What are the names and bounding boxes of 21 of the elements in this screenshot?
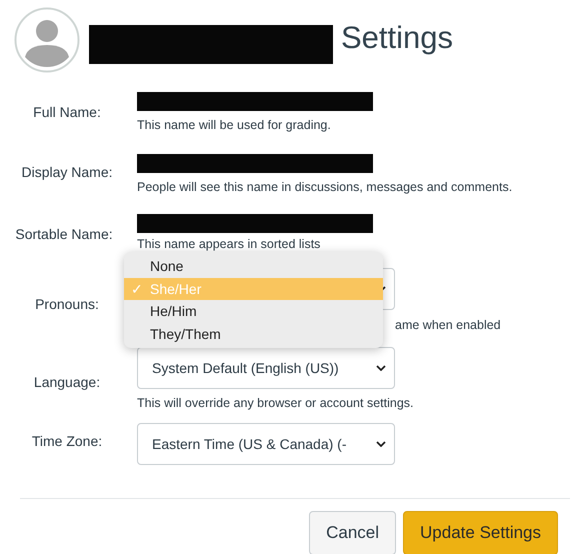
update-button[interactable]: Update Settings	[403, 511, 558, 554]
field-hint: ame when enabled	[395, 318, 501, 332]
field-label: Display Name:	[20, 164, 114, 182]
page-title: Settings	[341, 20, 454, 56]
field-label: Full Name:	[32, 104, 102, 122]
field-label: Sortable Name:	[14, 226, 114, 244]
field-label: Time Zone:	[30, 433, 104, 451]
chevron-icon	[376, 365, 386, 371]
field-hint: People will see this name in discussions, messages and comments.	[137, 180, 512, 194]
cancel-button[interactable]: Cancel	[309, 511, 396, 554]
field-hint: This will override any browser or account settings.	[137, 396, 414, 410]
select-field[interactable]: Eastern Time (US & Canada) (-	[137, 423, 395, 465]
dropdown-option[interactable]: None	[124, 255, 383, 278]
field-label: Pronouns:	[34, 296, 100, 314]
field-label: Language:	[32, 374, 102, 392]
chevron-icon	[376, 441, 386, 447]
dropdown-option[interactable]: He/Him	[124, 300, 383, 322]
field-hint: This name will be used for grading.	[137, 118, 332, 132]
avatar-icon	[14, 7, 80, 73]
field-hint: This name appears in sorted lists	[137, 237, 322, 251]
dropdown-option[interactable]: They/Them	[124, 322, 383, 345]
